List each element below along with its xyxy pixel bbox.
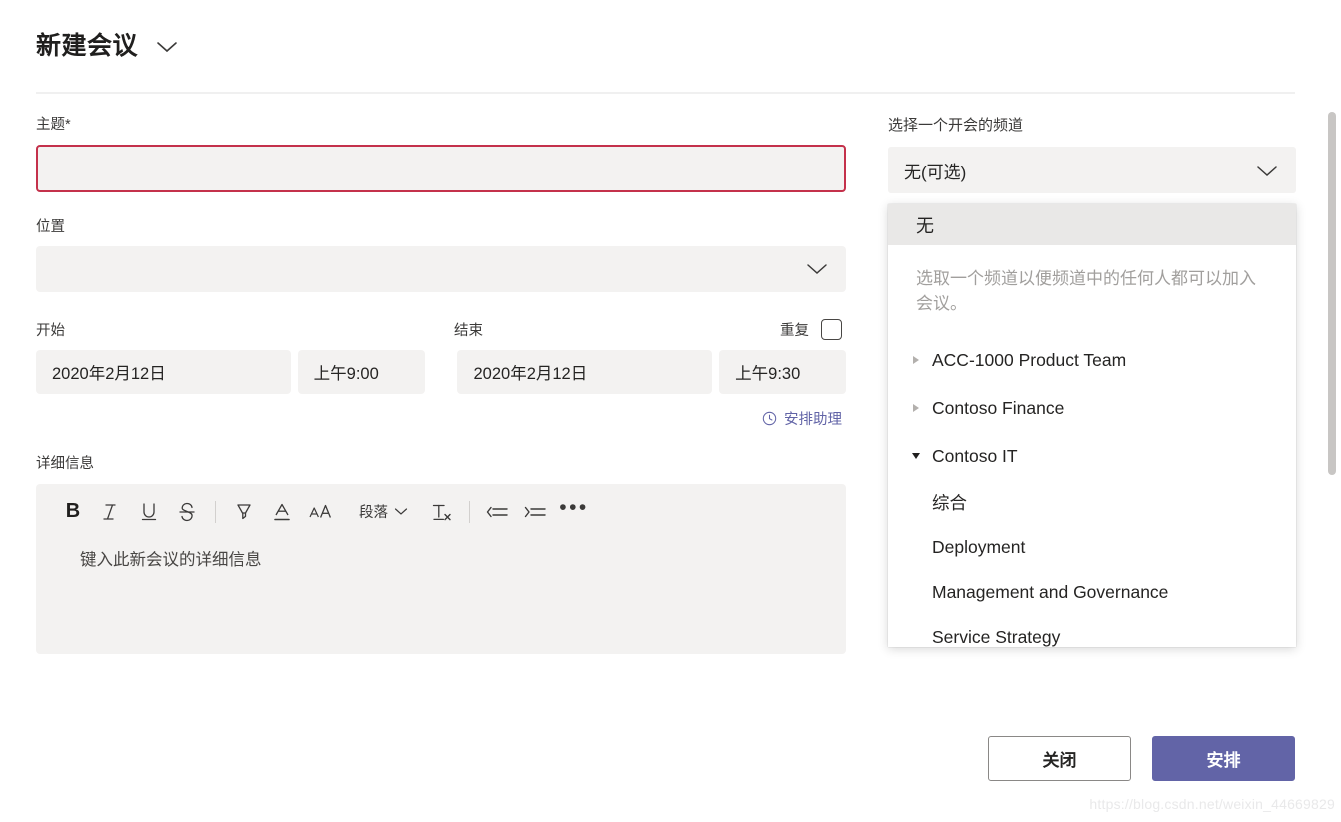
- chevron-right-icon[interactable]: [908, 404, 924, 413]
- end-date-input[interactable]: 2020年2月12日: [457, 350, 713, 394]
- scheduling-assistant-label: 安排助理: [784, 412, 842, 428]
- chevron-down-icon: [394, 508, 408, 515]
- recurrence-group[interactable]: 重复: [780, 318, 846, 340]
- recurrence-label: 重复: [780, 322, 809, 339]
- watermark: https://blog.csdn.net/weixin_44669829: [1089, 796, 1335, 812]
- team-name: Contoso IT: [932, 445, 1018, 466]
- paragraph-style-label: 段落: [359, 505, 388, 521]
- tree-channel-item[interactable]: Management and Governance: [888, 570, 1296, 615]
- team-channel-tree: ACC-1000 Product Team Contoso Finance Co…: [888, 336, 1296, 647]
- clear-formatting-icon[interactable]: [422, 493, 460, 531]
- vertical-scrollbar-thumb[interactable]: [1328, 112, 1336, 475]
- tree-channel-item[interactable]: Deployment: [888, 525, 1296, 570]
- chevron-down-icon: [805, 262, 829, 276]
- details-editor[interactable]: B 段落 ••• 键入此新会议的详细信息: [36, 483, 846, 654]
- schedule-button[interactable]: 安排: [1152, 736, 1295, 781]
- strikethrough-icon[interactable]: [168, 493, 206, 531]
- scheduling-assistant-row: 安排助理: [36, 408, 846, 429]
- dialog-footer: 关闭 安排: [988, 736, 1295, 781]
- start-label: 开始: [36, 322, 65, 339]
- chevron-down-icon[interactable]: [156, 40, 178, 54]
- chevron-down-icon[interactable]: [908, 453, 924, 460]
- italic-icon[interactable]: [92, 493, 130, 531]
- details-label: 详细信息: [36, 456, 94, 472]
- start-date-input[interactable]: 2020年2月12日: [36, 350, 291, 394]
- channel-dropdown-panel: 无 选取一个频道以便频道中的任何人都可以加入会议。 ACC-1000 Produ…: [888, 204, 1296, 647]
- header-divider: [36, 92, 1295, 94]
- decrease-indent-icon[interactable]: [479, 493, 517, 531]
- datetime-labels: 开始 结束 重复: [36, 318, 846, 340]
- page-title: 新建会议: [36, 32, 139, 60]
- tree-channel-item[interactable]: Service Strategy: [888, 615, 1296, 647]
- location-field-group: 位置: [36, 218, 846, 292]
- start-time-input[interactable]: 上午9:00: [297, 350, 425, 394]
- clock-icon: [762, 411, 777, 426]
- channel-label: 选择一个开会的频道: [888, 117, 1024, 134]
- recurrence-checkbox[interactable]: [821, 318, 842, 340]
- font-size-icon[interactable]: [301, 493, 339, 531]
- close-button[interactable]: 关闭: [988, 736, 1131, 781]
- channel-picker-group: 选择一个开会的频道 无(可选) 无 选取一个频道以便频道中的任何人都可以加入会议…: [888, 117, 1296, 647]
- channel-selected-value: 无(可选): [904, 162, 967, 182]
- formatting-toolbar: B 段落 •••: [36, 484, 846, 540]
- datetime-fields: 2020年2月12日 上午9:00 2020年2月12日 上午9:30: [36, 350, 847, 394]
- team-name: ACC-1000 Product Team: [932, 349, 1127, 370]
- bold-icon[interactable]: B: [54, 493, 92, 531]
- font-color-icon[interactable]: [263, 493, 301, 531]
- chevron-right-icon[interactable]: [908, 356, 924, 365]
- tree-channel-item[interactable]: 综合: [888, 480, 1296, 525]
- meeting-form: 主题* 位置 开始 结束 重复 2020年2月12日 上午9:00 2020年2…: [36, 118, 847, 654]
- dropdown-hint-text: 选取一个频道以便频道中的任何人都可以加入会议。: [916, 269, 1256, 313]
- more-options-icon[interactable]: •••: [555, 489, 593, 535]
- page-header: 新建会议: [36, 34, 178, 59]
- subject-label: 主题*: [36, 117, 71, 133]
- location-select[interactable]: [36, 246, 846, 292]
- tree-team-item[interactable]: Contoso Finance: [888, 384, 1296, 432]
- datetime-group: 开始 结束 重复 2020年2月12日 上午9:00 2020年2月12日 上午…: [36, 318, 847, 429]
- dropdown-option-none[interactable]: 无: [888, 204, 1296, 245]
- location-label: 位置: [36, 218, 65, 235]
- details-group: 详细信息 B 段落 ••• 键入此新会议的详细信息: [36, 457, 846, 654]
- toolbar-divider: [215, 500, 216, 523]
- tree-team-item[interactable]: ACC-1000 Product Team: [888, 336, 1296, 384]
- paragraph-style-dropdown[interactable]: 段落: [349, 493, 418, 531]
- chevron-down-icon: [1255, 163, 1279, 177]
- scheduling-assistant-link[interactable]: 安排助理: [762, 408, 842, 429]
- subject-field-group: 主题*: [36, 118, 846, 192]
- end-label: 结束: [454, 322, 483, 339]
- increase-indent-icon[interactable]: [517, 493, 555, 531]
- highlight-icon[interactable]: [225, 493, 263, 531]
- toolbar-divider: [469, 500, 470, 523]
- end-time-input[interactable]: 上午9:30: [719, 350, 847, 394]
- team-name: Contoso Finance: [932, 397, 1065, 418]
- tree-team-item[interactable]: Contoso IT: [888, 432, 1296, 480]
- channel-select[interactable]: 无(可选): [888, 147, 1296, 193]
- details-placeholder: 键入此新会议的详细信息: [80, 550, 262, 569]
- subject-input[interactable]: [36, 144, 846, 192]
- underline-icon[interactable]: [130, 493, 168, 531]
